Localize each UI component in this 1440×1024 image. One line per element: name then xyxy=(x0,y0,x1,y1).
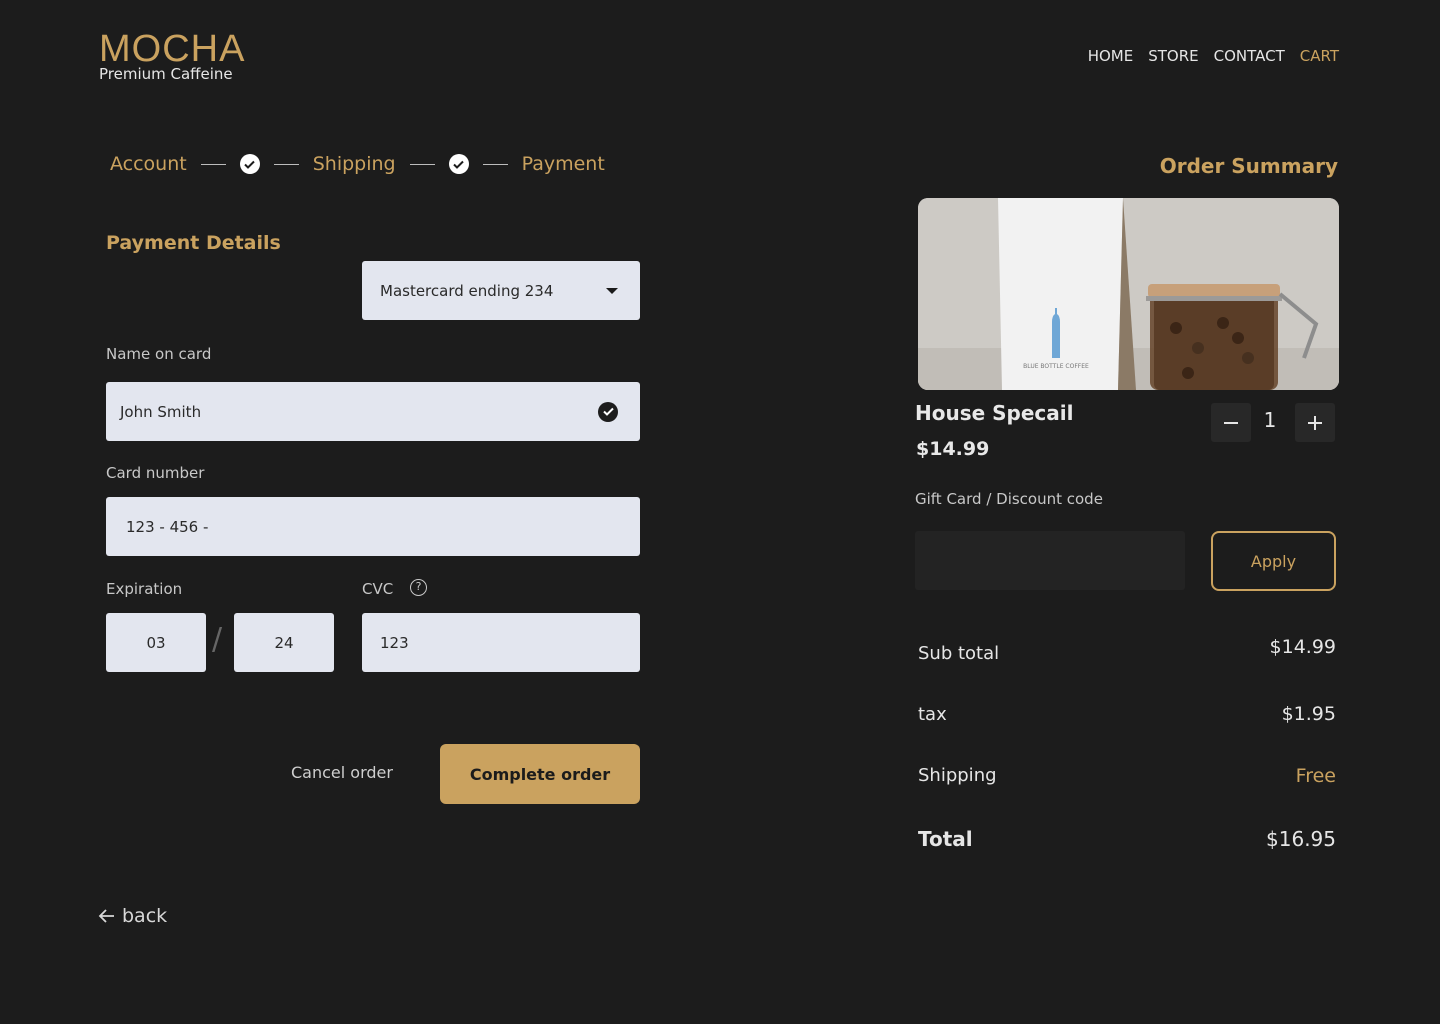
expiration-year-field[interactable]: 24 xyxy=(234,613,334,672)
expiration-label: Expiration xyxy=(106,580,183,598)
back-link[interactable]: back xyxy=(98,905,167,927)
step-shipping[interactable]: Shipping xyxy=(313,153,396,175)
brand-logo[interactable]: MOCHA Premium Caffeine xyxy=(99,30,245,83)
name-on-card-label: Name on card xyxy=(106,345,212,363)
step-account[interactable]: Account xyxy=(110,153,187,175)
checkout-stepper: Account Shipping Payment xyxy=(110,150,605,178)
product-brand-text: BLUE BOTTLE COFFEE xyxy=(1023,363,1089,370)
card-number-field[interactable]: 123 - 456 - xyxy=(106,497,640,556)
step-divider xyxy=(482,163,508,165)
saved-card-select[interactable]: Mastercard ending 234 xyxy=(362,261,640,320)
nav-home[interactable]: HOME xyxy=(1088,47,1134,65)
payment-details-title: Payment Details xyxy=(106,232,281,254)
back-label: back xyxy=(122,905,168,927)
nav-store[interactable]: STORE xyxy=(1148,47,1198,65)
subtotal-label: Sub total xyxy=(918,643,1000,664)
discount-code-input[interactable] xyxy=(915,531,1185,590)
quantity-value: 1 xyxy=(1263,408,1277,432)
step-divider xyxy=(409,163,435,165)
expiration-month-value: 03 xyxy=(146,633,166,652)
product-name: House Specail xyxy=(915,401,1074,425)
complete-order-button[interactable]: Complete order xyxy=(440,744,640,804)
nav-contact[interactable]: CONTACT xyxy=(1214,47,1285,65)
expiration-year-value: 24 xyxy=(274,633,294,652)
step-divider xyxy=(200,163,226,165)
product-image: BLUE BOTTLE COFFEE xyxy=(918,198,1339,390)
tax-value: $1.95 xyxy=(1281,703,1336,725)
cvc-label: CVC xyxy=(362,580,394,598)
brand-tagline: Premium Caffeine xyxy=(99,65,233,83)
total-label: Total xyxy=(918,827,973,851)
tax-label: tax xyxy=(918,704,947,725)
saved-card-value: Mastercard ending 234 xyxy=(380,281,554,300)
step-divider xyxy=(273,163,299,165)
expiration-month-field[interactable]: 03 xyxy=(106,613,206,672)
plus-icon xyxy=(1308,415,1322,430)
card-number-value: 123 - 456 - xyxy=(126,517,209,536)
step-payment[interactable]: Payment xyxy=(522,153,605,175)
subtotal-value: $14.99 xyxy=(1269,636,1336,658)
help-icon[interactable]: ? xyxy=(410,579,427,596)
nav-cart[interactable]: CART xyxy=(1300,47,1339,65)
card-number-label: Card number xyxy=(106,464,205,482)
cancel-order-button[interactable]: Cancel order xyxy=(291,763,393,782)
arrow-left-icon xyxy=(98,909,114,923)
checkout-page: MOCHA Premium Caffeine HOME STORE CONTAC… xyxy=(0,0,1440,1024)
check-icon xyxy=(448,154,469,174)
check-icon xyxy=(239,154,260,174)
minus-icon xyxy=(1224,421,1238,424)
brand-name: MOCHA xyxy=(99,28,246,70)
product-price: $14.99 xyxy=(916,438,990,460)
chevron-down-icon xyxy=(606,287,618,294)
increase-quantity-button[interactable] xyxy=(1295,403,1335,442)
check-circle-icon xyxy=(598,401,618,422)
order-summary-title: Order Summary xyxy=(1159,154,1338,178)
apply-discount-button[interactable]: Apply xyxy=(1211,531,1336,591)
date-separator: / xyxy=(212,622,223,657)
main-nav: HOME STORE CONTACT CART xyxy=(1088,47,1339,65)
discount-code-label: Gift Card / Discount code xyxy=(915,490,1103,508)
name-on-card-value: John Smith xyxy=(120,402,202,421)
total-value: $16.95 xyxy=(1266,827,1336,851)
cvc-field[interactable]: 123 xyxy=(362,613,640,672)
name-on-card-field[interactable]: John Smith xyxy=(106,382,640,441)
decrease-quantity-button[interactable] xyxy=(1211,403,1251,442)
shipping-label: Shipping xyxy=(918,765,997,786)
cvc-value: 123 xyxy=(380,633,409,652)
shipping-value: Free xyxy=(1295,765,1336,787)
